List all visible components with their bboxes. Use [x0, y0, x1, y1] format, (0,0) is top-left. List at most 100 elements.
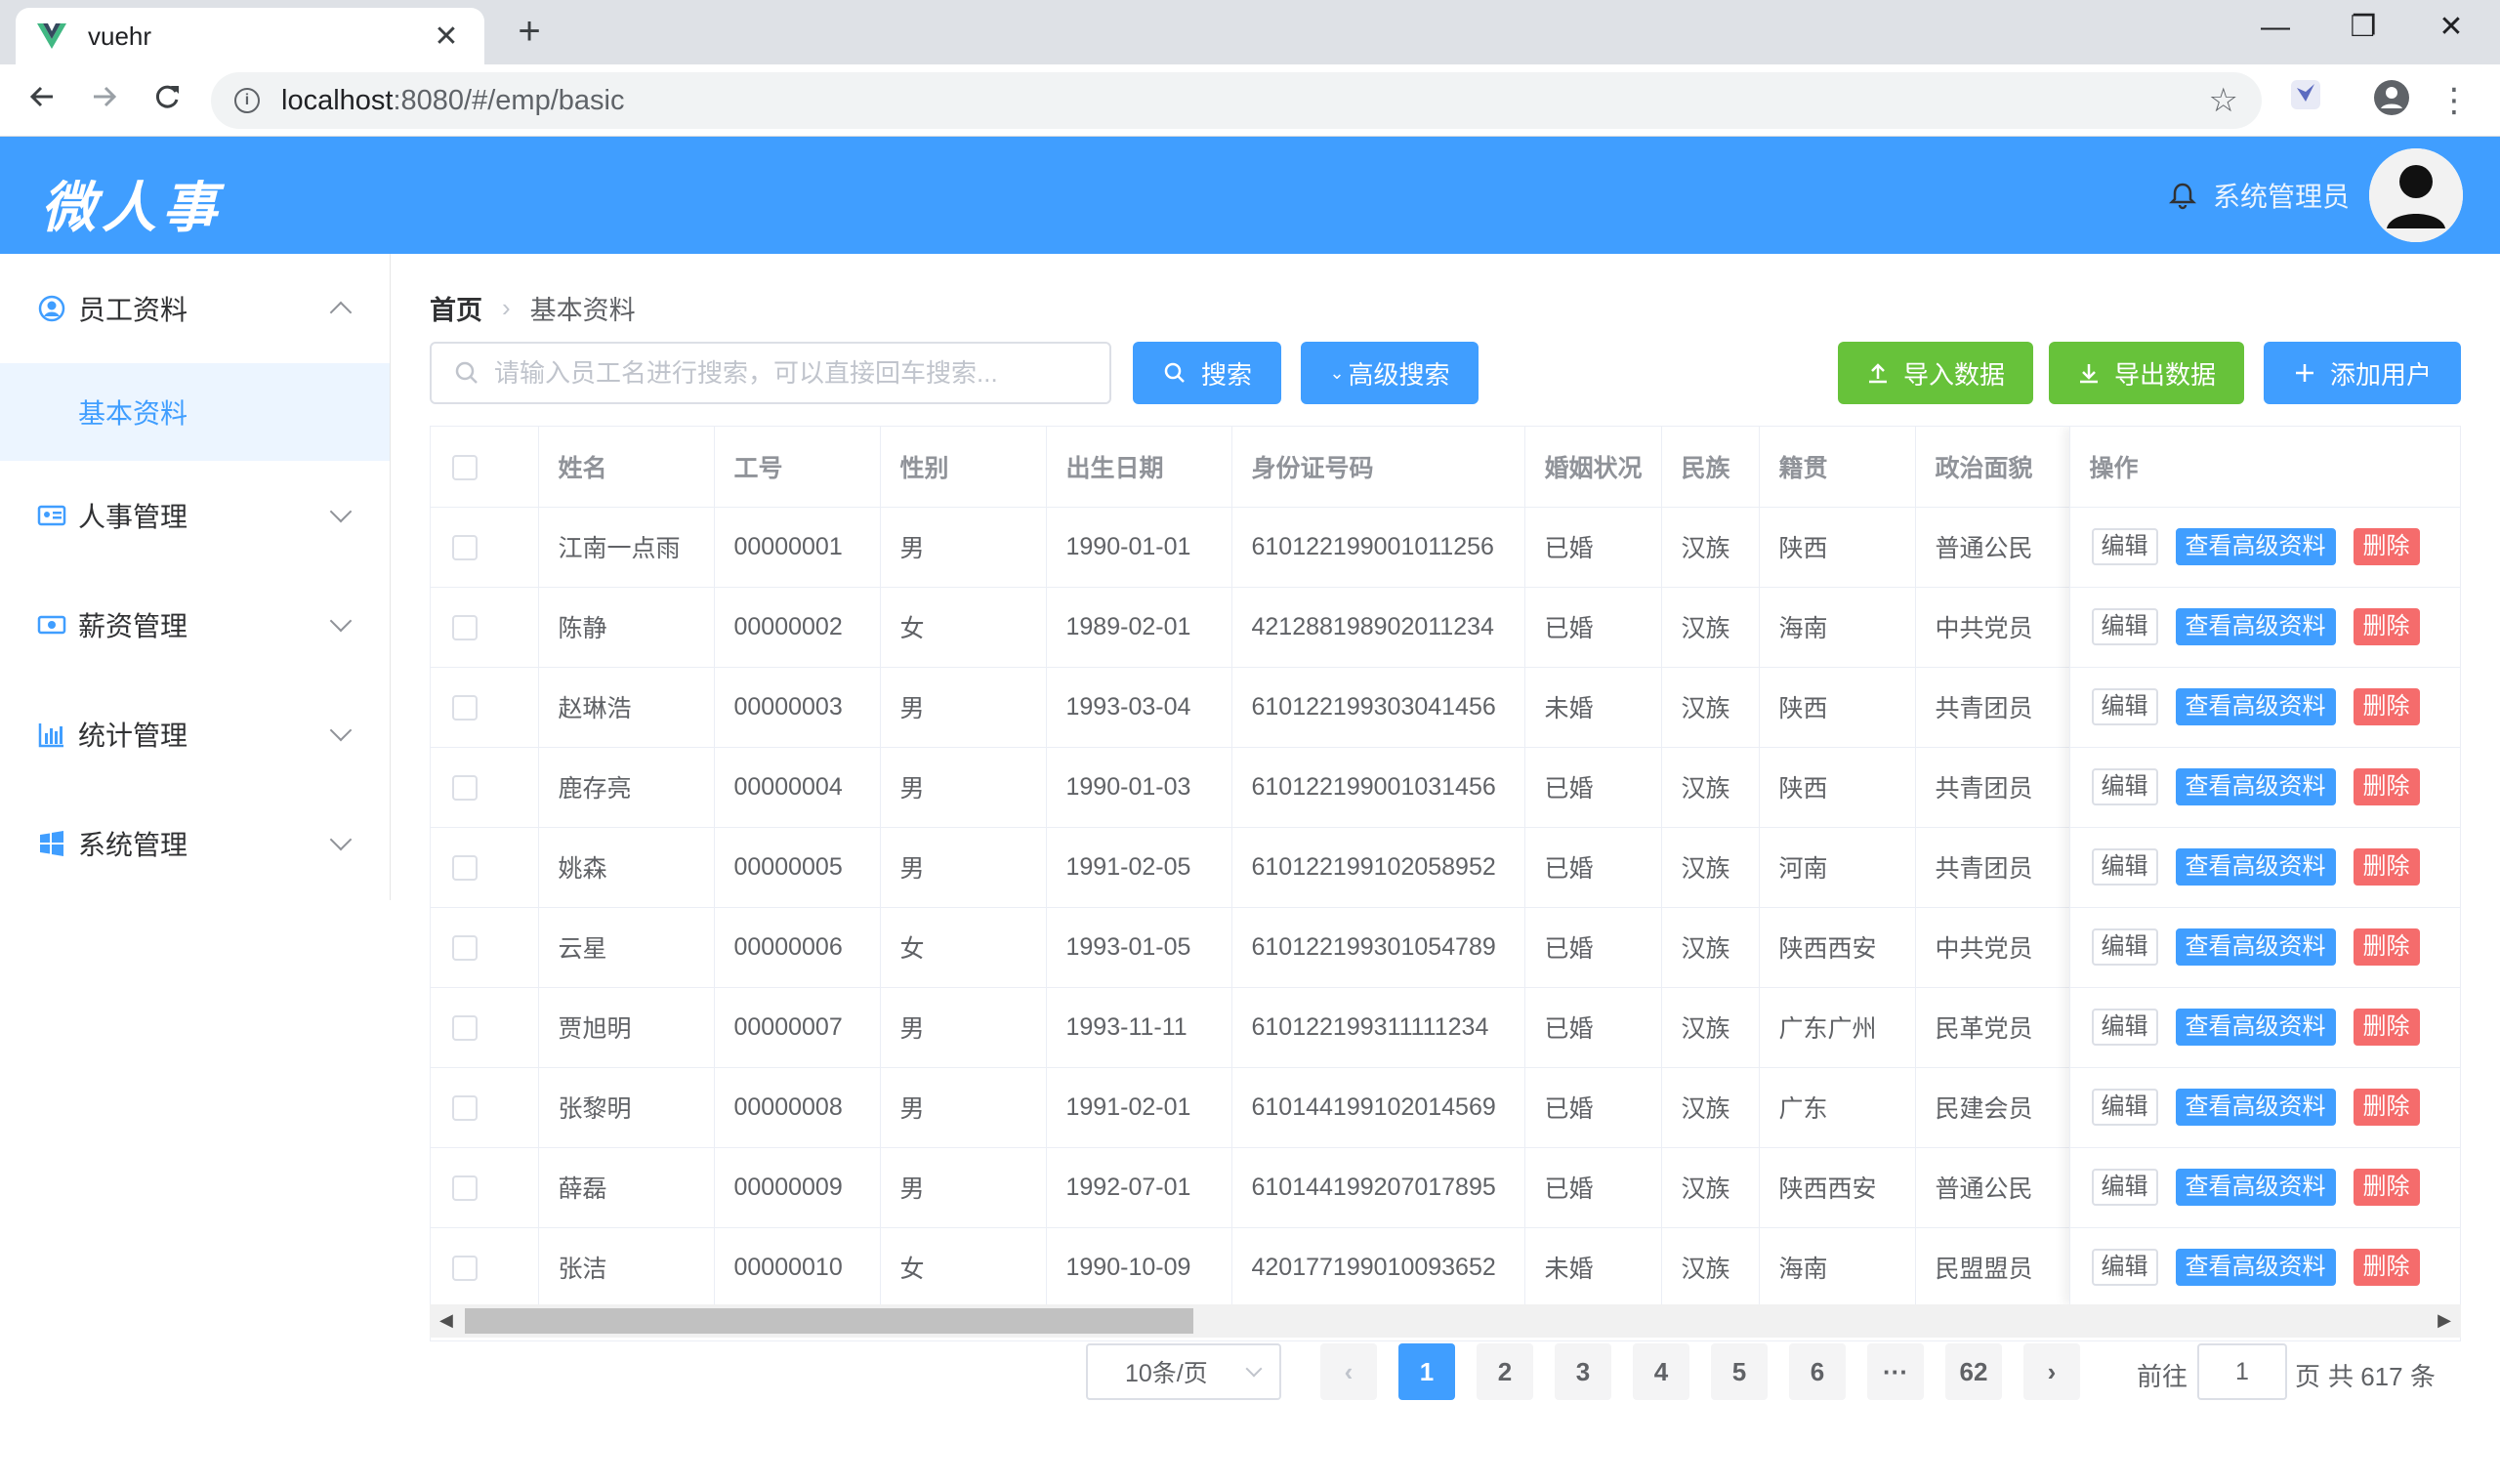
horizontal-scrollbar[interactable]: ◀ ▶ [430, 1304, 2461, 1338]
extension-icon[interactable] [2283, 78, 2328, 123]
row-checkbox[interactable] [452, 934, 478, 961]
page-button[interactable]: 3 [1555, 1343, 1611, 1400]
username[interactable]: 系统管理员 [2213, 176, 2350, 215]
row-checkbox[interactable] [452, 694, 478, 721]
table-row[interactable]: 贾旭明 00000007 男 1993-11-11 610122199311111234… [431, 987, 2460, 1068]
delete-button[interactable]: 删除 [2353, 1089, 2420, 1126]
sidebar-item-system-management[interactable]: 系统管理 [0, 789, 390, 898]
add-user-button[interactable]: 添加用户 [2264, 342, 2461, 404]
view-advanced-button[interactable]: 查看高级资料 [2175, 1249, 2336, 1286]
advanced-search-button[interactable]: ⌄ 高级搜索 [1301, 342, 1479, 404]
browser-menu-icon[interactable]: ⋮ [2432, 78, 2477, 123]
browser-tab[interactable]: vuehr ✕ [16, 8, 484, 64]
sidebar-subitem-basic-info[interactable]: 基本资料 [0, 363, 390, 461]
delete-button[interactable]: 删除 [2353, 528, 2420, 565]
table-row[interactable]: 张黎明 00000008 男 1991-02-01 610144199102014569… [431, 1067, 2460, 1148]
import-data-button[interactable]: 导入数据 [1838, 342, 2033, 404]
sidebar-item-hr-management[interactable]: 人事管理 [0, 461, 390, 570]
delete-button[interactable]: 删除 [2353, 768, 2420, 805]
next-page-button[interactable]: › [2023, 1343, 2080, 1400]
edit-button[interactable]: 编辑 [2091, 688, 2158, 725]
row-checkbox[interactable] [452, 614, 478, 640]
view-advanced-button[interactable]: 查看高级资料 [2175, 1169, 2336, 1206]
reload-icon[interactable] [143, 76, 191, 125]
edit-button[interactable]: 编辑 [2091, 848, 2158, 886]
view-advanced-button[interactable]: 查看高级资料 [2175, 1089, 2336, 1126]
edit-button[interactable]: 编辑 [2091, 608, 2158, 645]
table-row[interactable]: 江南一点雨 00000001 男 1990-01-01 6101221990010112… [431, 507, 2460, 588]
scrollbar-thumb[interactable] [465, 1308, 1193, 1334]
view-advanced-button[interactable]: 查看高级资料 [2175, 848, 2336, 886]
view-advanced-button[interactable]: 查看高级资料 [2175, 528, 2336, 565]
table-row[interactable]: 云星 00000006 女 1993-01-05 610122199301054789 已… [431, 907, 2460, 988]
row-checkbox[interactable] [452, 1014, 478, 1041]
table-row[interactable]: 张洁 00000010 女 1990-10-09 420177199010093652 未… [431, 1227, 2460, 1308]
delete-button[interactable]: 删除 [2353, 928, 2420, 966]
search-input[interactable] [494, 357, 1109, 389]
bell-icon[interactable] [2168, 181, 2197, 210]
page-size-select[interactable]: 10条/页 [1086, 1343, 1281, 1400]
page-button[interactable]: 5 [1711, 1343, 1768, 1400]
page-button[interactable]: 62 [1945, 1343, 2002, 1400]
maximize-icon[interactable]: ❐ [2320, 8, 2406, 47]
row-checkbox[interactable] [452, 774, 478, 801]
delete-button[interactable]: 删除 [2353, 608, 2420, 645]
row-checkbox[interactable] [452, 1175, 478, 1201]
edit-button[interactable]: 编辑 [2091, 1169, 2158, 1206]
back-icon[interactable] [18, 76, 66, 125]
profile-icon[interactable] [2369, 78, 2414, 123]
delete-button[interactable]: 删除 [2353, 848, 2420, 886]
tab-close-icon[interactable]: ✕ [430, 20, 463, 54]
table-row[interactable]: 姚森 00000005 男 1991-02-05 610122199102058952 已… [431, 827, 2460, 908]
row-checkbox[interactable] [452, 1094, 478, 1121]
breadcrumb-home[interactable]: 首页 [430, 289, 482, 327]
view-advanced-button[interactable]: 查看高级资料 [2175, 928, 2336, 966]
page-button[interactable]: 1 [1398, 1343, 1455, 1400]
sidebar-item-employee-info[interactable]: 员工资料 [0, 254, 390, 363]
delete-button[interactable]: 删除 [2353, 688, 2420, 725]
table-row[interactable]: 薛磊 00000009 男 1992-07-01 610144199207017895 已… [431, 1147, 2460, 1228]
forward-icon[interactable] [80, 76, 129, 125]
page-button[interactable]: 4 [1633, 1343, 1689, 1400]
scroll-right-arrow-icon[interactable]: ▶ [2438, 1310, 2451, 1331]
sidebar-item-salary-management[interactable]: 薪资管理 [0, 570, 390, 680]
info-icon[interactable]: i [234, 88, 260, 113]
window-close-icon[interactable]: ✕ [2408, 8, 2494, 47]
table-row[interactable]: 陈静 00000002 女 1989-02-01 421288198902011234 已… [431, 587, 2460, 668]
row-checkbox[interactable] [452, 1255, 478, 1281]
edit-button[interactable]: 编辑 [2091, 1249, 2158, 1286]
row-checkbox[interactable] [452, 854, 478, 881]
delete-button[interactable]: 删除 [2353, 1009, 2420, 1046]
avatar[interactable] [2369, 148, 2463, 242]
export-data-button[interactable]: 导出数据 [2049, 342, 2244, 404]
sidebar-item-statistics[interactable]: 统计管理 [0, 680, 390, 789]
delete-button[interactable]: 删除 [2353, 1169, 2420, 1206]
scroll-left-arrow-icon[interactable]: ◀ [439, 1310, 453, 1331]
goto-page-input[interactable]: 1 [2197, 1343, 2287, 1400]
table-row[interactable]: 赵琳浩 00000003 男 1993-03-04 610122199303041456… [431, 667, 2460, 748]
minimize-icon[interactable]: — [2232, 8, 2318, 47]
select-all-checkbox[interactable] [452, 454, 478, 480]
table-cell: 已婚 [1524, 907, 1662, 988]
row-checkbox[interactable] [452, 534, 478, 560]
prev-page-button[interactable]: ‹ [1320, 1343, 1377, 1400]
edit-button[interactable]: 编辑 [2091, 928, 2158, 966]
bookmark-star-icon[interactable]: ☆ [2209, 81, 2238, 120]
page-button[interactable]: 2 [1477, 1343, 1533, 1400]
view-advanced-button[interactable]: 查看高级资料 [2175, 1009, 2336, 1046]
more-pages-button[interactable]: ··· [1867, 1343, 1924, 1400]
delete-button[interactable]: 删除 [2353, 1249, 2420, 1286]
view-advanced-button[interactable]: 查看高级资料 [2175, 688, 2336, 725]
page-button[interactable]: 6 [1789, 1343, 1846, 1400]
edit-button[interactable]: 编辑 [2091, 768, 2158, 805]
new-tab-button[interactable]: + [508, 12, 551, 55]
view-advanced-button[interactable]: 查看高级资料 [2175, 768, 2336, 805]
edit-button[interactable]: 编辑 [2091, 1089, 2158, 1126]
table-row[interactable]: 鹿存亮 00000004 男 1990-01-03 610122199001031456… [431, 747, 2460, 828]
search-button[interactable]: 搜索 [1133, 342, 1281, 404]
view-advanced-button[interactable]: 查看高级资料 [2175, 608, 2336, 645]
user-menu[interactable]: 系统管理员 [2168, 146, 2463, 244]
edit-button[interactable]: 编辑 [2091, 528, 2158, 565]
address-bar[interactable]: i localhost:8080/#/emp/basic ☆ [211, 72, 2262, 129]
edit-button[interactable]: 编辑 [2091, 1009, 2158, 1046]
